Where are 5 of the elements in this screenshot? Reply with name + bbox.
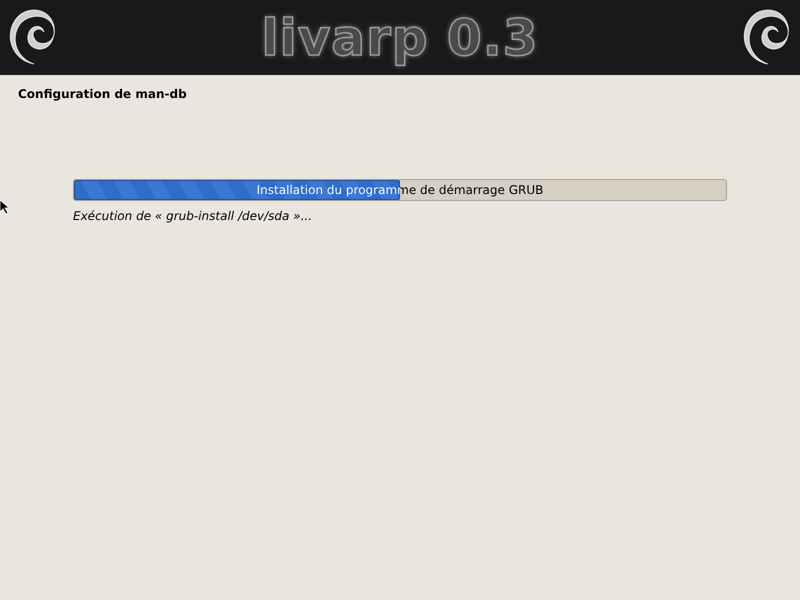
swirl-logo-icon [742, 8, 792, 68]
dialog-title: Configuration de man-db [18, 87, 188, 101]
status-text: Exécution de « grub-install /dev/sda »... [73, 209, 314, 223]
banner-title: livarp 0.3 [261, 8, 539, 66]
mouse-pointer-icon [0, 199, 9, 215]
